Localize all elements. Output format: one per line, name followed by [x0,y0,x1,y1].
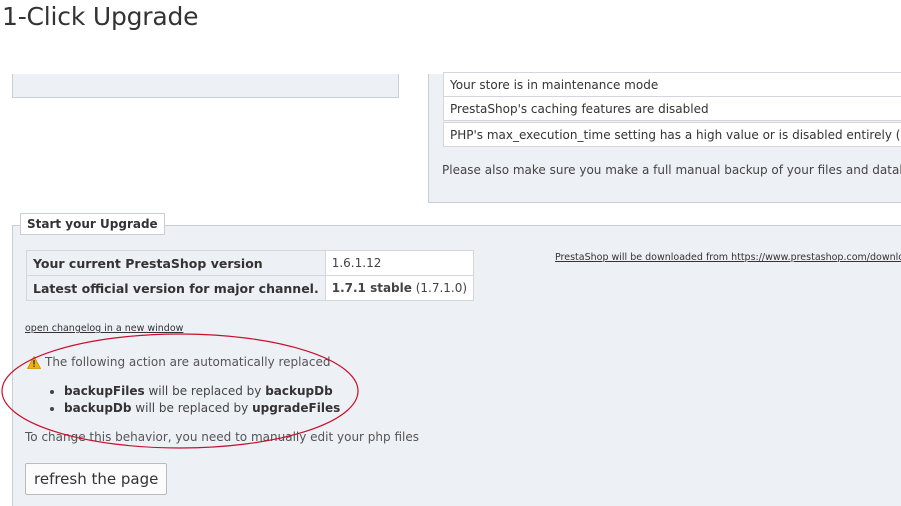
checklist-panel: Your store is in maintenance mode Presta… [428,72,901,203]
changelog-link[interactable]: open changelog in a new window [25,323,183,334]
latest-version-number: 1.7.1 stable [331,281,412,295]
replacement-action: backupDb [265,384,333,398]
version-table: Your current PrestaShop version 1.6.1.12… [26,250,475,301]
warning-message: The following action are automatically r… [27,355,330,369]
current-version-label: Your current PrestaShop version [33,255,263,271]
warning-icon [27,355,41,369]
replacement-connector: will be replaced by [148,384,262,398]
backup-note: Please also make sure you make a full ma… [442,163,901,177]
left-panel [12,74,399,98]
checklist-item: Your store is in maintenance mode [443,72,901,97]
refresh-page-button[interactable]: refresh the page [25,463,168,495]
replaced-action: backupFiles [64,384,145,398]
warning-text: The following action are automatically r… [45,355,331,369]
latest-version-extra: (1.7.1.0) [415,281,468,295]
section-legend: Start your Upgrade [20,213,165,235]
latest-version-value: 1.7.1 stable (1.7.1.0) [324,275,475,301]
replaced-action: backupDb [64,401,132,415]
latest-version-label: Latest official version for major channe… [33,280,319,296]
checklist-item: PrestaShop's caching features are disabl… [443,96,901,121]
checklist-item: PHP's max_execution_time setting has a h… [443,122,901,147]
table-row: Your current PrestaShop version 1.6.1.12 [26,250,475,276]
list-item: backupFiles will be replaced by backupDb [48,383,340,400]
current-version-value: 1.6.1.12 [324,250,475,276]
list-item: backupDb will be replaced by upgradeFile… [48,400,340,417]
table-row: Latest official version for major channe… [26,275,475,301]
download-source-link[interactable]: PrestaShop will be downloaded from https… [555,252,901,263]
behavior-note: To change this behavior, you need to man… [25,430,419,444]
replacement-list: backupFiles will be replaced by backupDb… [48,383,340,417]
page-title: 1-Click Upgrade [2,2,199,31]
replacement-action: upgradeFiles [252,401,341,415]
replacement-connector: will be replaced by [135,401,249,415]
